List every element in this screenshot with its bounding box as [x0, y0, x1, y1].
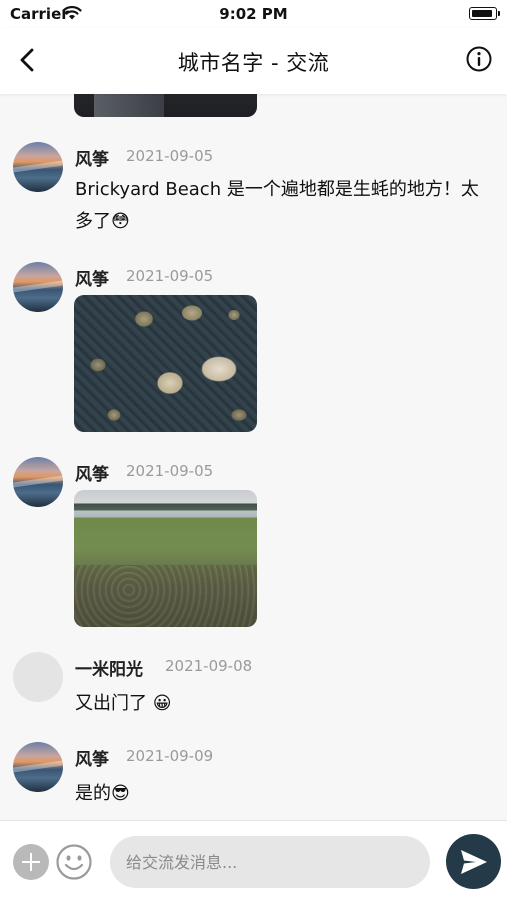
message-composer — [0, 820, 507, 900]
message-text: Brickyard Beach 是一个遍地都是生蚝的地方！太多了😳 — [75, 179, 479, 232]
message-text: 是的😎 — [75, 783, 130, 804]
send-icon — [461, 850, 487, 874]
info-button[interactable] — [465, 45, 493, 73]
message-list[interactable]: 风筝 2021-09-05 Brickyard Beach 是一个遍地都是生蚝的… — [0, 94, 507, 820]
sender-name: 风筝 — [75, 270, 109, 290]
sender-name: 一米阳光 — [75, 660, 143, 680]
avatar[interactable] — [13, 262, 63, 312]
message-date: 2021-09-09 — [126, 747, 214, 765]
send-button[interactable] — [446, 834, 501, 889]
page-title: 城市名字 - 交流 — [177, 51, 330, 75]
message-date: 2021-09-05 — [126, 462, 214, 480]
message-input[interactable] — [110, 836, 430, 888]
message-text: 又出门了 😀 — [75, 693, 172, 714]
message-date: 2021-09-05 — [126, 267, 214, 285]
avatar[interactable] — [13, 457, 63, 507]
battery-icon — [469, 7, 500, 20]
message-image[interactable] — [74, 94, 257, 117]
navigation-bar: 城市名字 - 交流 — [0, 28, 507, 94]
sender-name: 风筝 — [75, 150, 109, 170]
emoji-button[interactable] — [55, 843, 93, 881]
beach-photo[interactable] — [74, 490, 257, 627]
avatar[interactable] — [13, 742, 63, 792]
avatar[interactable] — [13, 142, 63, 192]
message-date: 2021-09-08 — [165, 657, 253, 675]
add-attachment-button[interactable] — [13, 844, 49, 880]
sender-name: 风筝 — [75, 750, 109, 770]
clock: 9:02 PM — [219, 5, 288, 23]
message-date: 2021-09-05 — [126, 147, 214, 165]
status-bar: Carrier 9:02 PM — [0, 0, 507, 28]
oyster-photo[interactable] — [74, 295, 257, 432]
avatar[interactable] — [13, 652, 63, 702]
sender-name: 风筝 — [75, 465, 109, 485]
